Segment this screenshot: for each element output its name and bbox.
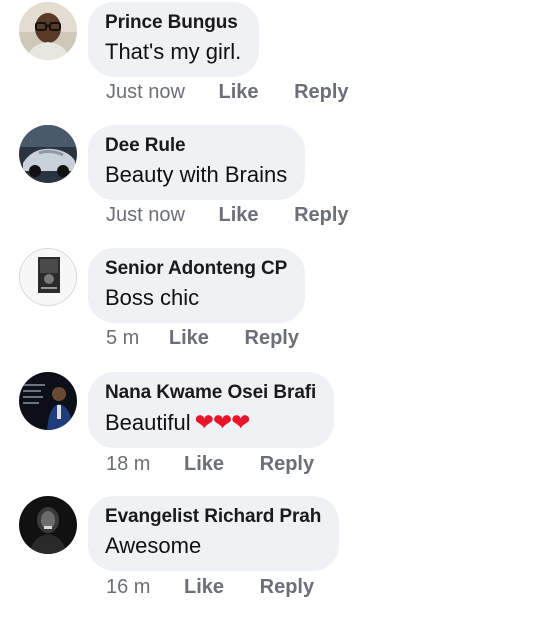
reply-button[interactable]: Reply bbox=[294, 81, 348, 104]
reply-button[interactable]: Reply bbox=[245, 327, 299, 350]
comment-actions: 16 m Like Reply bbox=[106, 576, 314, 599]
comment-timestamp[interactable]: 18 m bbox=[106, 453, 150, 476]
comment-timestamp[interactable]: 5 m bbox=[106, 327, 139, 350]
comment-author[interactable]: Senior Adonteng CP bbox=[105, 257, 287, 280]
comment-actions: Just now Like Reply bbox=[106, 81, 349, 104]
comment-bubble: Prince Bungus That's my girl. bbox=[88, 2, 260, 77]
reply-button[interactable]: Reply bbox=[260, 576, 314, 599]
comment-timestamp[interactable]: 16 m bbox=[106, 576, 150, 599]
comment-text: Beautiful ❤❤❤ bbox=[105, 407, 316, 438]
comment-author[interactable]: Dee Rule bbox=[105, 134, 287, 157]
like-button[interactable]: Like bbox=[184, 576, 224, 599]
comment-bubble: Dee Rule Beauty with Brains bbox=[88, 125, 306, 200]
comment-timestamp[interactable]: Just now bbox=[106, 81, 185, 104]
comment-actions: 5 m Like Reply bbox=[106, 327, 299, 350]
like-button[interactable]: Like bbox=[184, 453, 224, 476]
comment-timestamp[interactable]: Just now bbox=[106, 204, 185, 227]
dark-portrait-avatar-icon bbox=[19, 496, 77, 554]
man-glasses-avatar-icon bbox=[19, 2, 77, 60]
comment-text: That's my girl. bbox=[105, 39, 242, 64]
avatar[interactable] bbox=[19, 248, 77, 306]
comment-text: Boss chic bbox=[105, 285, 200, 310]
book-cover-avatar-icon bbox=[20, 249, 76, 305]
comment-bubble: Evangelist Richard Prah Awesome bbox=[88, 496, 340, 571]
comment-actions: 18 m Like Reply bbox=[106, 453, 314, 476]
avatar[interactable] bbox=[19, 2, 77, 60]
comment-actions: Just now Like Reply bbox=[106, 204, 349, 227]
comment-bubble: Senior Adonteng CP Boss chic bbox=[88, 248, 306, 323]
reply-button[interactable]: Reply bbox=[294, 204, 348, 227]
comment-bubble: Nana Kwame Osei Brafi Beautiful ❤❤❤ bbox=[88, 372, 335, 448]
comment-author[interactable]: Nana Kwame Osei Brafi bbox=[105, 381, 316, 404]
comment-author[interactable]: Evangelist Richard Prah bbox=[105, 505, 321, 528]
comment-text-body: Beautiful bbox=[105, 410, 191, 435]
avatar[interactable] bbox=[19, 125, 77, 183]
reply-button[interactable]: Reply bbox=[260, 453, 314, 476]
avatar[interactable] bbox=[19, 372, 77, 430]
like-button[interactable]: Like bbox=[219, 204, 259, 227]
comment-text: Awesome bbox=[105, 533, 202, 558]
like-button[interactable]: Like bbox=[219, 81, 259, 104]
speaker-avatar-icon bbox=[19, 372, 77, 430]
comment-author[interactable]: Prince Bungus bbox=[105, 11, 241, 34]
heart-emoji-icon: ❤❤❤ bbox=[194, 409, 251, 435]
like-button[interactable]: Like bbox=[169, 327, 209, 350]
car-avatar-icon bbox=[19, 125, 77, 183]
avatar[interactable] bbox=[19, 496, 77, 554]
comment-text: Beauty with Brains bbox=[105, 162, 288, 187]
